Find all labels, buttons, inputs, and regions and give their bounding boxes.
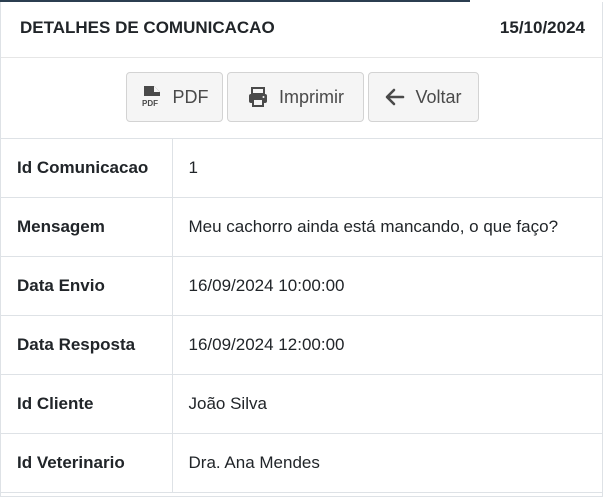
action-toolbar: PDF PDF Imprimir Voltar [1,58,603,138]
row-value: Meu cachorro ainda está mancando, o que … [172,197,603,257]
print-button[interactable]: Imprimir [227,72,364,122]
pdf-button-label: PDF [172,86,209,107]
row-label: Data Envio [1,256,173,316]
page-title: DETALHES DE COMUNICACAO [20,18,275,37]
detail-card: DETALHES DE COMUNICACAO 15/10/2024 PDF P… [0,2,603,497]
back-button[interactable]: Voltar [368,72,479,122]
detail-row-data-resposta: Data Resposta 16/09/2024 12:00:00 [1,315,603,375]
svg-text:PDF: PDF [142,99,158,108]
row-value: 16/09/2024 12:00:00 [172,315,603,375]
print-button-label: Imprimir [279,86,344,107]
header-date: 15/10/2024 [499,18,585,37]
back-button-label: Voltar [415,86,462,107]
detail-row-id-comunicacao: Id Comunicacao 1 [1,138,603,198]
detail-row-id-veterinario: Id Veterinario Dra. Ana Mendes [1,433,603,493]
row-label: Mensagem [1,197,173,257]
row-value: 16/09/2024 10:00:00 [172,256,603,316]
detail-row-data-envio: Data Envio 16/09/2024 10:00:00 [1,256,603,316]
printer-icon [247,86,269,108]
details-table: Id Comunicacao 1 Mensagem Meu cachorro a… [1,138,603,493]
detail-row-mensagem: Mensagem Meu cachorro ainda está mancand… [1,197,603,257]
row-label: Id Veterinario [1,433,173,493]
row-label: Data Resposta [1,315,173,375]
row-value: Dra. Ana Mendes [172,433,603,493]
arrow-left-icon [385,87,405,107]
detail-row-id-cliente: Id Cliente João Silva [1,374,603,434]
row-value: João Silva [172,374,603,434]
row-value: 1 [172,138,603,198]
row-label: Id Cliente [1,374,173,434]
card-header: DETALHES DE COMUNICACAO 15/10/2024 [1,2,603,58]
pdf-file-icon: PDF [141,85,163,109]
row-label: Id Comunicacao [1,138,173,198]
pdf-button[interactable]: PDF PDF [126,72,223,122]
